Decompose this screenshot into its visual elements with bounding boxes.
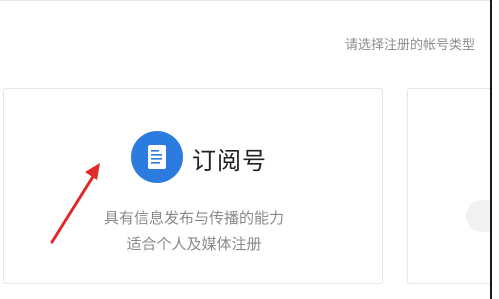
subscription-account-title: 订阅号 bbox=[192, 147, 267, 175]
next-account-card[interactable] bbox=[407, 88, 499, 284]
account-type-hint: 请选择注册的帐号类型 bbox=[344, 38, 475, 53]
subscription-account-desc-line-2: 适合个人及媒体注册 bbox=[126, 235, 262, 253]
subscription-account-card[interactable]: 订阅号 具有信息发布与传播的能力 适合个人及媒体注册 bbox=[3, 88, 383, 284]
subscription-account-desc-line-1: 具有信息发布与传播的能力 bbox=[103, 209, 284, 227]
top-divider bbox=[0, 0, 499, 1]
document-icon bbox=[131, 131, 183, 183]
right-frame-edge bbox=[490, 0, 499, 299]
account-type-page: 请选择注册的帐号类型 订阅号 具有信息发布与传播的能力 适合个人及媒体注册 bbox=[0, 0, 499, 299]
